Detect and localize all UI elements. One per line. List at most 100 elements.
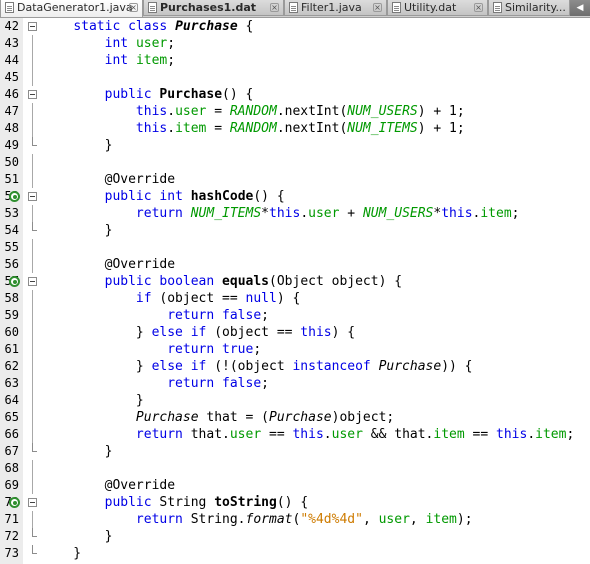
code-text[interactable]: return false; [42,307,269,324]
code-text[interactable]: this.user = RANDOM.nextInt(NUM_USERS) + … [42,103,465,120]
code-text[interactable]: Purchase that = (Purchase)object; [42,409,394,426]
code-line: 58 if (object == null) { [0,290,590,307]
code-editor-window: Similarity... Utility.dat × Filter1.java × Pu… [0,0,590,564]
code-text[interactable]: public int hashCode() { [42,188,285,205]
editor-tab[interactable]: Filter1.java × [284,0,387,16]
editor-tab[interactable]: Utility.dat × [387,0,488,16]
code-token: NUM_USERS [347,104,418,119]
fold-guide-line [32,392,33,409]
code-line: 50 [0,154,590,171]
code-text[interactable]: } [42,528,113,545]
code-text[interactable]: @Override [42,477,175,494]
editor-tab[interactable]: Similarity... [488,0,570,16]
code-line: 46 public Purchase() { [0,86,590,103]
code-text[interactable]: } [42,392,144,409]
code-text[interactable]: static class Purchase { [42,18,253,35]
code-token: RANDOM [229,121,277,136]
fold-guide-line [32,460,33,477]
code-text[interactable]: return NUM_ITEMS*this.user + NUM_USERS*t… [42,205,520,222]
code-text[interactable]: return String.format("%4d%4d", user, ite… [42,511,473,528]
editor-tab[interactable]: DataGenerator1.java × [0,0,143,17]
fold-guide-line [32,290,33,307]
code-token: boolean [159,274,215,289]
code-text[interactable]: public boolean equals(Object object) { [42,273,402,290]
code-text[interactable]: } else if (!(object instanceof Purchase)… [42,358,473,375]
code-token: return [167,342,215,357]
close-icon[interactable]: × [373,3,382,12]
code-text[interactable]: if (object == null) { [42,290,300,307]
code-line: 61 return true; [0,341,590,358]
line-number: 54 [4,223,19,237]
code-token: item [535,427,567,442]
code-text[interactable]: public String toString() { [42,494,309,511]
code-token: = [206,121,230,136]
code-text[interactable]: } [42,443,113,460]
code-text[interactable]: return that.user == this.user && that.it… [42,426,574,443]
fold-toggle-icon[interactable] [28,90,37,99]
code-text[interactable]: } else if (object == this) { [42,324,355,341]
code-text[interactable]: public Purchase() { [42,86,254,103]
override-marker-icon[interactable] [9,497,20,508]
line-number: 48 [4,121,19,135]
code-token: . [167,104,176,119]
code-token: item [433,427,465,442]
tab-label: Similarity... [505,1,566,14]
close-icon[interactable]: × [474,3,483,12]
line-number: 51 [4,172,19,186]
fold-toggle-icon[interactable] [28,192,37,201]
code-token: , [362,512,379,527]
code-token: item [175,121,207,136]
code-token: (object == [206,325,301,340]
code-line: 57 public boolean equals(Object object) … [0,273,590,290]
code-text[interactable]: return true; [42,341,261,358]
fold-guide-line [32,103,33,120]
override-marker-icon[interactable] [9,191,20,202]
code-token: return [135,512,183,527]
line-number: 72 [4,529,19,543]
code-token: this [300,325,332,340]
close-icon[interactable]: × [129,3,138,12]
line-number: 53 [4,206,19,220]
code-token: .nextInt( [276,121,348,136]
override-marker-icon[interactable] [9,276,20,287]
code-text[interactable]: } [42,545,81,562]
code-token: "%4d%4d" [300,512,363,527]
code-token: . [323,427,332,442]
editor-tab[interactable]: Purchases1.dat × [143,0,284,16]
code-text[interactable]: this.item = RANDOM.nextInt(NUM_ITEMS) + … [42,120,465,137]
code-token: static [73,19,121,34]
code-token: RANDOM [229,104,277,119]
code-text[interactable]: } [42,137,113,154]
line-number: 59 [4,308,19,322]
code-line: 51 @Override [0,171,590,188]
code-line: 44 int item; [0,52,590,69]
fold-guide-line [32,307,33,324]
code-text[interactable]: int user; [42,35,175,52]
code-text[interactable]: } [42,222,113,239]
editor-pane[interactable]: 42 static class Purchase {43 int user; 44… [0,18,590,564]
close-icon[interactable]: × [270,3,279,12]
code-text[interactable]: int item; [42,52,175,69]
tab-scroll-left-icon[interactable]: ◀ [570,0,590,16]
code-text[interactable]: return false; [42,375,269,392]
code-text[interactable]: @Override [42,256,175,273]
fold-toggle-icon[interactable] [28,277,37,286]
code-text[interactable]: @Override [42,171,175,188]
fold-toggle-icon[interactable] [28,498,37,507]
line-number: 68 [4,461,19,475]
code-token: @Override [104,257,176,272]
fold-toggle-icon[interactable] [28,22,37,31]
line-number: 73 [4,546,19,560]
fold-guide-line [32,205,33,222]
code-area[interactable]: 42 static class Purchase {43 int user; 44… [0,18,590,564]
code-line: 71 return String.format("%4d%4d", user, … [0,511,590,528]
code-line: 53 return NUM_ITEMS*this.user + NUM_USER… [0,205,590,222]
